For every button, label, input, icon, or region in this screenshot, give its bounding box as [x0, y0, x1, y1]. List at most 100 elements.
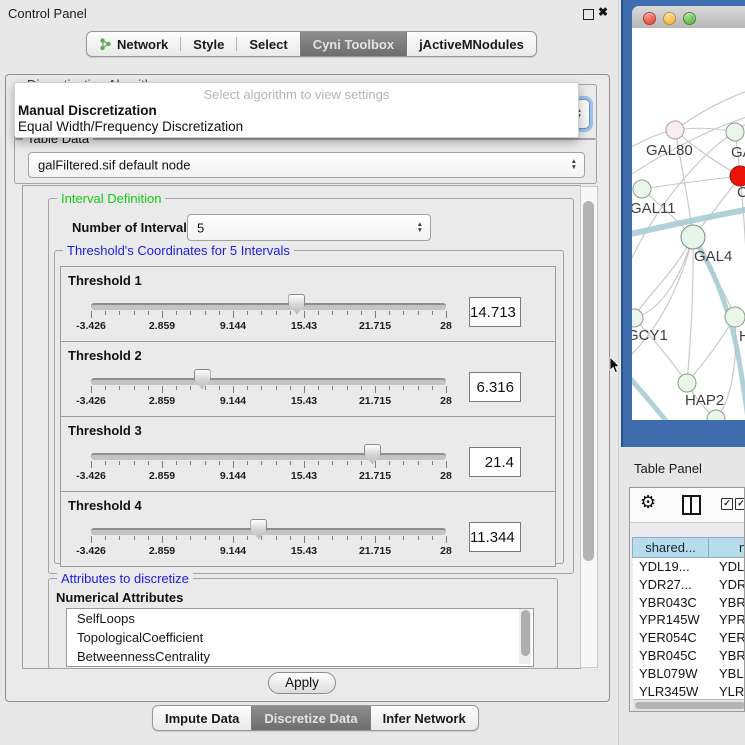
- tick-label: 9.144: [220, 395, 246, 407]
- network-node[interactable]: [678, 374, 696, 392]
- tab-style[interactable]: Style: [181, 32, 236, 56]
- table-row[interactable]: YBR043CYBR043C: [633, 594, 745, 612]
- slider-track[interactable]: [91, 303, 446, 310]
- attributes-list-scrollbar[interactable]: [519, 609, 531, 664]
- float-window-icon[interactable]: [583, 9, 594, 20]
- table-horizontal-scrollbar[interactable]: [633, 699, 745, 711]
- tick-mark: [190, 461, 191, 465]
- close-icon[interactable]: ✖: [598, 5, 608, 19]
- attribute-list-item[interactable]: BetweennessCentrality: [67, 647, 533, 666]
- tick-mark: [304, 386, 305, 393]
- network-node[interactable]: [632, 309, 643, 327]
- tab-discretize-data[interactable]: Discretize Data: [251, 706, 370, 730]
- threshold-value-field[interactable]: 21.4: [469, 447, 521, 477]
- slider-track[interactable]: [91, 453, 446, 460]
- algorithm-option-manual[interactable]: Manual Discretization: [18, 103, 157, 118]
- attribute-list-item[interactable]: SelfLoops: [67, 609, 533, 628]
- hscrollbar-thumb[interactable]: [635, 702, 745, 709]
- shared-name-cell[interactable]: YLR345W: [633, 683, 710, 701]
- name-cell[interactable]: YPR145W: [710, 611, 745, 629]
- shared-name-cell[interactable]: YPR145W: [633, 611, 710, 629]
- table-row[interactable]: YBL079WYBL079W: [633, 665, 745, 683]
- network-node[interactable]: [725, 307, 745, 327]
- network-node[interactable]: [633, 180, 651, 198]
- table-row[interactable]: YBR045CYBR045C: [633, 647, 745, 665]
- network-node[interactable]: [707, 410, 725, 420]
- minimize-light[interactable]: [663, 12, 676, 25]
- slider-handle[interactable]: [364, 444, 381, 464]
- attributes-scrollbar-thumb[interactable]: [521, 610, 530, 656]
- algorithm-option-equal-width[interactable]: Equal Width/Frequency Discretization: [18, 119, 243, 134]
- name-cell[interactable]: YDL19...: [710, 558, 745, 576]
- combo-stepper-icon[interactable]: ▲▼: [571, 159, 577, 171]
- threshold-value-field[interactable]: 11.344: [469, 522, 521, 552]
- threshold-value-field[interactable]: 14.713: [469, 297, 521, 327]
- settings-scrollbar[interactable]: [580, 186, 598, 668]
- table-data-combo[interactable]: galFiltered.sif default node ▲▼: [28, 152, 585, 178]
- tab-select[interactable]: Select: [237, 32, 299, 56]
- slider-handle[interactable]: [194, 369, 211, 389]
- column-header-shared-name[interactable]: shared...: [632, 537, 709, 558]
- shared-name-cell[interactable]: YBR045C: [633, 647, 710, 665]
- tick-mark: [247, 461, 248, 465]
- tab-infer-network[interactable]: Infer Network: [371, 706, 478, 730]
- table-row[interactable]: YDL19...YDL19...: [633, 558, 745, 576]
- shared-name-cell[interactable]: YDL19...: [633, 558, 710, 576]
- network-graph: GAL80GACGAL11GAL4GCY1HHAP2: [632, 28, 745, 420]
- checkbox-icon[interactable]: ✓: [735, 498, 745, 510]
- tick-label: 28: [440, 470, 452, 482]
- column-header-name[interactable]: na: [708, 537, 745, 558]
- zoom-light[interactable]: [683, 12, 696, 25]
- shared-name-cell[interactable]: YDR27...: [633, 576, 710, 594]
- scrollbar-thumb[interactable]: [583, 201, 594, 561]
- network-node[interactable]: [681, 225, 705, 249]
- tick-mark: [418, 461, 419, 465]
- numerical-attributes-list[interactable]: SelfLoopsTopologicalCoefficientBetweenne…: [66, 608, 534, 667]
- tick-mark: [446, 386, 447, 393]
- attribute-list-item[interactable]: TopologicalCoefficient: [67, 628, 533, 647]
- network-node[interactable]: [726, 123, 744, 141]
- tab-network[interactable]: Network: [87, 32, 180, 56]
- slider-handle[interactable]: [250, 519, 267, 539]
- tab-jactivemnodules[interactable]: jActiveMNodules: [407, 32, 536, 56]
- network-node[interactable]: [730, 166, 745, 186]
- tick-mark: [304, 311, 305, 318]
- tab-cyni-toolbox[interactable]: Cyni Toolbox: [300, 32, 407, 56]
- number-of-intervals-combo[interactable]: 5 ▲▼: [187, 214, 431, 241]
- apply-button[interactable]: Apply: [268, 672, 336, 694]
- gear-icon[interactable]: ⚙: [640, 492, 656, 513]
- network-node[interactable]: [666, 121, 684, 139]
- threshold-value-field[interactable]: 6.316: [469, 372, 521, 402]
- table-row[interactable]: YDR27...YDR27...: [633, 576, 745, 594]
- checkbox-icon[interactable]: ✓: [721, 498, 733, 510]
- name-cell[interactable]: YER054C: [710, 629, 745, 647]
- tick-label: 15.43: [291, 320, 317, 332]
- attributes-group-title: Attributes to discretize: [57, 571, 193, 586]
- slider-handle[interactable]: [288, 294, 305, 314]
- slider-track[interactable]: [91, 378, 446, 385]
- name-cell[interactable]: YBR045C: [710, 647, 745, 665]
- shared-name-cell[interactable]: YBR043C: [633, 594, 710, 612]
- tick-mark: [403, 536, 404, 540]
- tick-mark: [91, 311, 92, 318]
- tick-label: 2.859: [149, 395, 175, 407]
- columns-icon[interactable]: [682, 495, 701, 515]
- tick-mark: [148, 461, 149, 465]
- name-cell[interactable]: YDR27...: [710, 576, 745, 594]
- close-light[interactable]: [643, 12, 656, 25]
- table-row[interactable]: YPR145WYPR145W: [633, 611, 745, 629]
- threshold-label: Threshold 2: [68, 348, 142, 363]
- name-cell[interactable]: YBR043C: [710, 594, 745, 612]
- table-row[interactable]: YER054CYER054C: [633, 629, 745, 647]
- shared-name-cell[interactable]: YBL079W: [633, 665, 710, 683]
- slider-track[interactable]: [91, 528, 446, 535]
- name-cell[interactable]: YLR345W: [710, 683, 745, 701]
- shared-name-cell[interactable]: YER054C: [633, 629, 710, 647]
- network-canvas[interactable]: GAL80GACGAL11GAL4GCY1HHAP2: [632, 28, 745, 420]
- table-row[interactable]: YLR345WYLR345W: [633, 683, 745, 701]
- network-window-titlebar[interactable]: [632, 6, 745, 29]
- name-cell[interactable]: YBL079W: [710, 665, 745, 683]
- tick-label: 2.859: [149, 545, 175, 557]
- tab-impute-data[interactable]: Impute Data: [153, 706, 251, 730]
- combo-stepper-icon[interactable]: ▲▼: [417, 222, 423, 234]
